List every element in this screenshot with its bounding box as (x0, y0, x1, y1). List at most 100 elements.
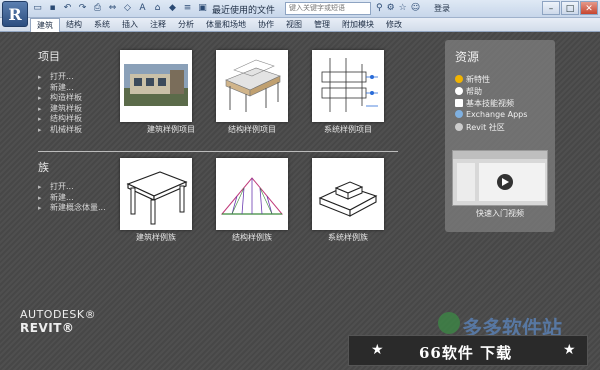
open-icon[interactable]: ▭ (32, 3, 43, 14)
projects-title: 项目 (38, 50, 60, 63)
link-label: 新建概念体量... (50, 203, 106, 212)
redo-icon[interactable]: ↷ (77, 3, 88, 14)
tab-massing-site[interactable]: 体量和场地 (200, 18, 252, 32)
tab-architecture[interactable]: 建筑 (30, 18, 60, 32)
resources-panel: 资源 新特性 帮助 基本技能视频 Exchange Apps Revit 社区 … (445, 40, 555, 232)
structure-model-icon (225, 59, 281, 112)
structural-template-link[interactable]: ▸ 结构样板 (38, 114, 82, 125)
section-icon[interactable]: ◆ (167, 3, 178, 14)
ribbon-tabs: 建筑 结构 系统 插入 注释 分析 体量和场地 协作 视图 管理 附加模块 修改 (0, 18, 600, 32)
community-icon (455, 123, 463, 131)
minimize-button[interactable]: – (542, 1, 560, 15)
user-icon[interactable]: ☺ (411, 3, 420, 13)
tag-icon[interactable]: ◇ (122, 3, 133, 14)
template-icon: ▸ (38, 115, 42, 123)
star-bulb-icon (455, 75, 463, 83)
quick-access-toolbar: ▭ ▪ ↶ ↷ ⎙ ⇔ ◇ A ⌂ ◆ ≡ ▣ (32, 3, 208, 16)
new-project-link[interactable]: ▸ 新建... (38, 83, 82, 94)
help-icon (455, 87, 463, 95)
video-icon (455, 99, 463, 107)
tab-annotate[interactable]: 注释 (144, 18, 172, 32)
families-title: 族 (38, 161, 49, 174)
video-preview-icon (453, 151, 547, 201)
new-file-icon: ▸ (38, 83, 42, 92)
link-label: 新建... (50, 82, 74, 92)
table-icon (126, 171, 188, 225)
star-icon[interactable]: ☆ (399, 3, 407, 13)
tab-modify[interactable]: 修改 (380, 18, 408, 32)
architectural-template-link[interactable]: ▸ 建筑样板 (38, 104, 82, 115)
link-label: 打开... (50, 72, 74, 81)
building-render-icon (124, 64, 188, 106)
subscription-icon[interactable]: ⚙ (387, 3, 395, 13)
tab-collaborate[interactable]: 协作 (252, 18, 280, 32)
revit-community-link[interactable]: Revit 社区 (455, 122, 505, 133)
sample-architecture-project-card[interactable] (120, 50, 192, 122)
new-family-link[interactable]: ▸ 新建... (38, 193, 106, 204)
tab-analyze[interactable]: 分析 (172, 18, 200, 32)
link-label: 结构样板 (50, 114, 82, 123)
link-label: 新建... (50, 192, 74, 202)
binoculars-icon[interactable]: ⚲ (376, 3, 383, 13)
exchange-apps-link[interactable]: Exchange Apps (455, 110, 527, 119)
mechanical-template-link[interactable]: ▸ 机械样板 (38, 125, 82, 136)
sample-systems-project-card[interactable] (312, 50, 384, 122)
undo-icon[interactable]: ↶ (62, 3, 73, 14)
card-label: 系统样例族 (328, 233, 368, 242)
application-menu-button[interactable]: R (2, 1, 28, 27)
maximize-button[interactable]: □ (561, 1, 579, 15)
3d-view-icon[interactable]: ⌂ (152, 3, 163, 14)
open-folder-icon: ▸ (38, 183, 42, 191)
revit-logo: REVIT® (20, 321, 75, 335)
tab-view[interactable]: 视图 (280, 18, 308, 32)
measure-icon[interactable]: ⇔ (107, 3, 118, 14)
tab-systems[interactable]: 系统 (88, 18, 116, 32)
whats-new-link[interactable]: 新特性 (455, 74, 490, 85)
switch-windows-icon[interactable]: ▣ (197, 3, 208, 14)
search-input[interactable]: 键入关键字或短语 (285, 2, 371, 15)
construction-template-link[interactable]: ▸ 构造样板 (38, 93, 82, 104)
sample-structure-family-card[interactable] (216, 158, 288, 230)
close-button[interactable]: ✕ (580, 1, 598, 15)
tab-insert[interactable]: 插入 (116, 18, 144, 32)
card-label: 结构样例项目 (228, 125, 276, 134)
help-link[interactable]: 帮助 (455, 86, 482, 97)
login-button[interactable]: 登录 (434, 3, 450, 14)
section-divider (38, 151, 398, 152)
open-project-link[interactable]: ▸ 打开... (38, 72, 82, 83)
getting-started-video-thumbnail[interactable] (452, 150, 548, 206)
open-family-link[interactable]: ▸ 打开... (38, 182, 106, 193)
equipment-box-icon (318, 181, 378, 217)
resources-title: 资源 (455, 50, 480, 64)
link-label: 打开... (50, 182, 74, 191)
families-links: ▸ 打开... ▸ 新建... ▸ 新建概念体量... (38, 182, 106, 214)
projects-links: ▸ 打开... ▸ 新建... ▸ 构造样板 ▸ 建筑样板 ▸ 结构样板 ▸ 机械样板 (38, 72, 82, 135)
thin-lines-icon[interactable]: ≡ (182, 3, 193, 14)
print-icon[interactable]: ⎙ (92, 3, 103, 14)
text-icon[interactable]: A (137, 3, 148, 14)
resource-label: 新特性 (466, 75, 490, 84)
mep-system-icon (321, 58, 378, 112)
card-label: 建筑样例族 (136, 233, 176, 242)
watermark-text: 66软件 下载 (419, 344, 513, 362)
truss-icon (220, 177, 284, 215)
tab-addins[interactable]: 附加模块 (336, 18, 380, 32)
getting-started-video-label: 快速入门视频 (476, 209, 524, 218)
tab-structure[interactable]: 结构 (60, 18, 88, 32)
link-label: 构造样板 (50, 93, 82, 102)
card-label: 系统样例项目 (324, 125, 372, 134)
tab-manage[interactable]: 管理 (308, 18, 336, 32)
new-conceptual-mass-link[interactable]: ▸ 新建概念体量... (38, 203, 106, 214)
link-label: 建筑样板 (50, 103, 82, 113)
save-icon[interactable]: ▪ (47, 3, 58, 14)
resource-label: Revit 社区 (466, 123, 505, 132)
resource-label: 基本技能视频 (466, 99, 514, 108)
essential-skills-videos-link[interactable]: 基本技能视频 (455, 98, 514, 109)
sample-systems-family-card[interactable] (312, 158, 384, 230)
link-label: 机械样板 (50, 124, 82, 134)
watermark-logo-icon (438, 312, 460, 334)
sample-architecture-family-card[interactable] (120, 158, 192, 230)
sample-structure-project-card[interactable] (216, 50, 288, 122)
exchange-icon (455, 110, 463, 118)
template-icon: ▸ (38, 125, 42, 134)
